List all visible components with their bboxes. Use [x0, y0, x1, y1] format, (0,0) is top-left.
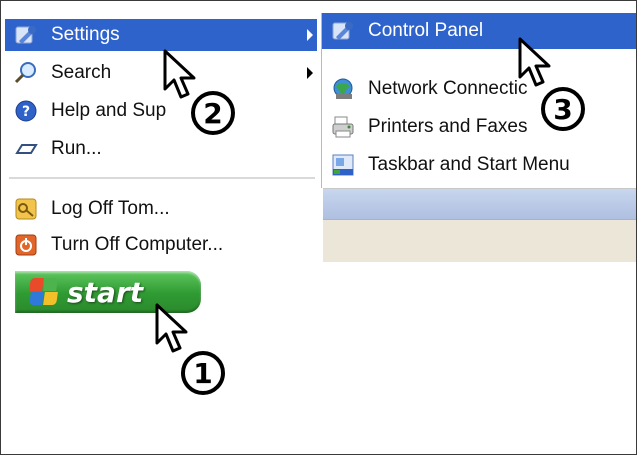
- control-panel-icon: [330, 18, 356, 44]
- menu-item-label: Log Off Tom...: [51, 198, 170, 219]
- menu-item-label: Help and Sup: [51, 100, 167, 121]
- submenu-item-label: Taskbar and Start Menu: [368, 154, 570, 175]
- log-off-icon: [13, 196, 39, 222]
- submenu-item-label: Control Panel: [368, 20, 484, 41]
- menu-item-log-off[interactable]: Log Off Tom...: [5, 193, 317, 225]
- mouse-pointer-icon: [155, 303, 188, 353]
- step-number-badge: 2: [191, 91, 235, 135]
- screenshot-frame: Settings Search ? Help and Sup Run... Lo…: [0, 0, 637, 455]
- submenu-item-network[interactable]: Network Connectic: [322, 71, 636, 107]
- menu-item-settings[interactable]: Settings: [5, 19, 317, 51]
- menu-item-label: Run...: [51, 138, 102, 159]
- windows-logo-icon: [29, 277, 59, 307]
- window-body-strip: [323, 219, 636, 262]
- menu-item-label: Search: [51, 62, 112, 83]
- chevron-right-icon: [307, 29, 313, 41]
- submenu-item-control-panel[interactable]: Control Panel: [322, 13, 636, 49]
- mouse-pointer-icon: [518, 37, 551, 87]
- submenu-item-label: Network Connectic: [368, 78, 528, 99]
- menu-item-label: Settings: [51, 24, 120, 45]
- search-icon: [13, 60, 39, 86]
- taskbar-icon: [330, 152, 356, 178]
- desktop-window-strip: [323, 189, 636, 262]
- menu-item-run[interactable]: Run...: [5, 133, 317, 165]
- window-titlebar-strip: [323, 189, 636, 219]
- mouse-pointer-icon: [163, 49, 196, 99]
- menu-item-label: Turn Off Computer...: [51, 234, 224, 255]
- menu-divider: [9, 177, 315, 179]
- printer-icon: [330, 114, 356, 140]
- step-number-badge: 3: [541, 87, 585, 131]
- network-icon: [330, 76, 356, 102]
- chevron-right-icon: [307, 67, 313, 79]
- help-icon: ?: [13, 98, 39, 124]
- submenu-item-label: Printers and Faxes: [368, 116, 528, 137]
- power-icon: [13, 232, 39, 258]
- submenu-item-printers[interactable]: Printers and Faxes: [322, 109, 636, 145]
- submenu-item-taskbar[interactable]: Taskbar and Start Menu: [322, 147, 636, 183]
- start-menu-panel: Settings Search ? Help and Sup Run... Lo…: [5, 9, 317, 264]
- svg-text:?: ?: [22, 104, 30, 120]
- settings-icon: [13, 22, 39, 48]
- menu-item-turn-off[interactable]: Turn Off Computer...: [5, 229, 317, 261]
- run-icon: [13, 136, 39, 162]
- step-number-badge: 1: [181, 351, 225, 395]
- start-button-label: start: [67, 275, 144, 309]
- settings-submenu: Control Panel Network Connectic Printers…: [321, 13, 636, 188]
